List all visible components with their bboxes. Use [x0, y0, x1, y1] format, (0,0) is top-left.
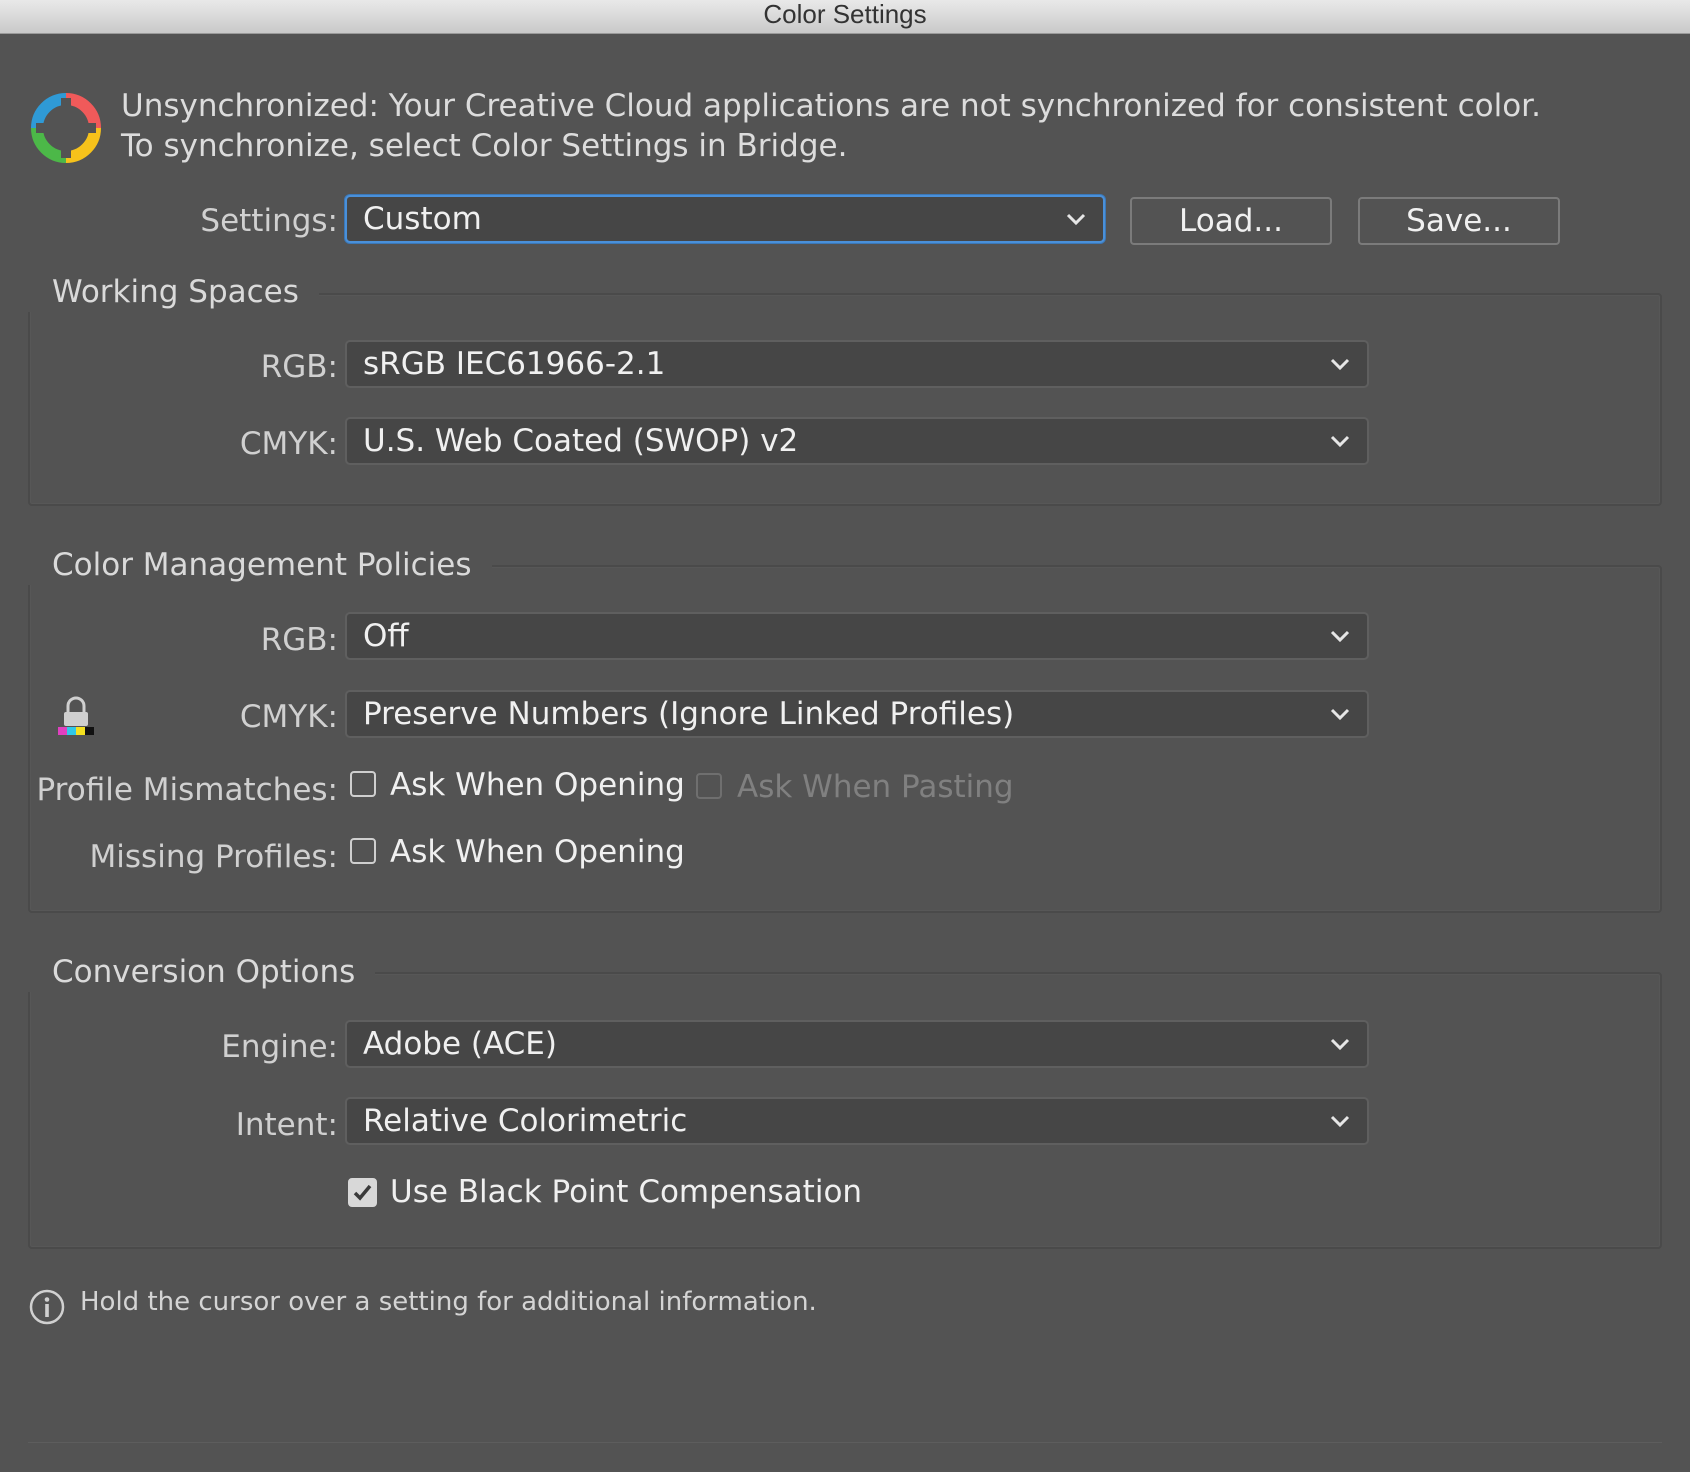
- chevron-down-icon: [1330, 1038, 1350, 1051]
- lock-icon: [56, 695, 96, 739]
- ws-cmyk-label: CMYK:: [239, 426, 338, 462]
- bpc-label[interactable]: Use Black Point Compensation: [390, 1172, 862, 1212]
- settings-dropdown[interactable]: Custom: [345, 195, 1105, 243]
- mismatch-pasting-label[interactable]: Ask When Pasting: [737, 767, 1014, 807]
- intent-value: Relative Colorimetric: [363, 1103, 688, 1139]
- chevron-down-icon: [1066, 213, 1086, 226]
- chevron-down-icon: [1330, 1115, 1350, 1128]
- ws-rgb-dropdown[interactable]: sRGB IEC61966-2.1: [345, 340, 1369, 388]
- missing-profiles-label: Missing Profiles:: [89, 839, 338, 875]
- checkmark-icon: [353, 1184, 372, 1201]
- ws-cmyk-dropdown[interactable]: U.S. Web Coated (SWOP) v2: [345, 417, 1369, 465]
- load-button[interactable]: Load...: [1130, 197, 1332, 245]
- hint-text: Hold the cursor over a setting for addit…: [80, 1287, 817, 1317]
- mismatch-pasting-checkbox[interactable]: [696, 773, 722, 799]
- engine-value: Adobe (ACE): [363, 1026, 557, 1062]
- settings-label: Settings:: [200, 203, 338, 239]
- chevron-down-icon: [1330, 358, 1350, 371]
- ws-rgb-label: RGB:: [260, 349, 338, 385]
- mismatch-opening-checkbox[interactable]: [350, 771, 376, 797]
- intent-dropdown[interactable]: Relative Colorimetric: [345, 1097, 1369, 1145]
- ws-cmyk-value: U.S. Web Coated (SWOP) v2: [363, 423, 799, 459]
- conversion-title: Conversion Options: [28, 952, 376, 992]
- settings-value: Custom: [363, 201, 482, 237]
- engine-dropdown[interactable]: Adobe (ACE): [345, 1020, 1369, 1068]
- intent-label: Intent:: [235, 1107, 338, 1143]
- color-sync-icon: [30, 92, 102, 164]
- policy-rgb-dropdown[interactable]: Off: [345, 612, 1369, 660]
- sync-message: Unsynchronized: Your Creative Cloud appl…: [121, 88, 1541, 164]
- profile-mismatches-label: Profile Mismatches:: [36, 772, 338, 808]
- save-button[interactable]: Save...: [1358, 197, 1560, 245]
- missing-opening-label[interactable]: Ask When Opening: [390, 832, 685, 872]
- divider: [28, 1442, 1662, 1443]
- chevron-down-icon: [1330, 435, 1350, 448]
- policy-cmyk-label: CMYK:: [239, 699, 338, 735]
- missing-opening-checkbox[interactable]: [350, 838, 376, 864]
- policy-cmyk-dropdown[interactable]: Preserve Numbers (Ignore Linked Profiles…: [345, 690, 1369, 738]
- info-icon: [28, 1288, 66, 1326]
- chevron-down-icon: [1330, 708, 1350, 721]
- bpc-checkbox[interactable]: [348, 1178, 377, 1207]
- mismatch-opening-label[interactable]: Ask When Opening: [390, 765, 685, 805]
- policy-rgb-label: RGB:: [260, 622, 338, 658]
- engine-label: Engine:: [221, 1029, 338, 1065]
- policy-cmyk-value: Preserve Numbers (Ignore Linked Profiles…: [363, 696, 1015, 732]
- working-spaces-group: [28, 293, 1662, 506]
- chevron-down-icon: [1330, 630, 1350, 643]
- ws-rgb-value: sRGB IEC61966-2.1: [363, 346, 666, 382]
- working-spaces-title: Working Spaces: [28, 272, 319, 312]
- policies-title: Color Management Policies: [28, 545, 492, 585]
- policy-rgb-value: Off: [363, 618, 409, 654]
- window-title: Color Settings: [0, 0, 1690, 34]
